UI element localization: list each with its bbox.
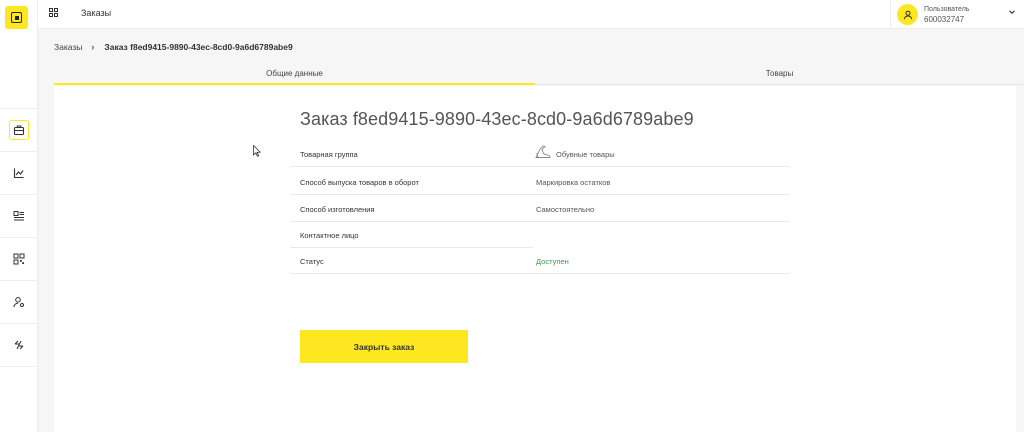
- mouse-cursor-icon: [253, 145, 261, 157]
- page-title: Заказ f8ed9415-9890-43ec-8cd0-9a6d6789ab…: [300, 109, 694, 129]
- close-order-button[interactable]: Закрыть заказ: [300, 330, 468, 363]
- app-logo[interactable]: [5, 6, 28, 29]
- user-id: 600032747: [924, 14, 965, 24]
- sidebar-item-analytics[interactable]: [0, 152, 38, 195]
- field-label: Статус: [300, 257, 324, 266]
- user-icon: [903, 10, 912, 19]
- tab-general-data[interactable]: Общие данные: [54, 63, 535, 85]
- field-label: Контактное лицо: [300, 231, 359, 240]
- tabs: Общие данные Товары: [54, 63, 1024, 85]
- breadcrumb-current: Заказ f8ed9415-9890-43ec-8cd0-9a6d6789ab…: [104, 42, 293, 52]
- sidebar-item-orders[interactable]: [0, 109, 38, 152]
- transfer-icon: [14, 340, 24, 350]
- sidebar-item-exchange[interactable]: [0, 324, 38, 367]
- avatar: [897, 4, 918, 25]
- sidebar-nav: [0, 108, 38, 367]
- logo-icon: [11, 12, 22, 23]
- user-menu[interactable]: Пользователь 600032747: [890, 0, 1024, 29]
- field-value: Маркировка остатков: [536, 178, 611, 187]
- status-badge: Доступен: [536, 257, 569, 266]
- sidebar-item-participants[interactable]: [0, 281, 38, 324]
- sidebar-item-codes[interactable]: [0, 238, 38, 281]
- order-details-card: Заказ f8ed9415-9890-43ec-8cd0-9a6d6789ab…: [54, 86, 1016, 432]
- field-row-product-group: Товарная группа Обувные товары: [290, 141, 790, 167]
- chart-icon: [13, 168, 24, 179]
- field-value: Обувные товары: [556, 150, 615, 159]
- field-row-release-method: Способ выпуска товаров в оборот Маркиров…: [290, 169, 790, 195]
- chevron-down-icon[interactable]: [1008, 8, 1016, 16]
- field-row-production-method: Способ изготовления Самостоятельно: [290, 196, 790, 222]
- shoe-icon: [535, 145, 551, 158]
- field-row-contact-person: Контактное лицо: [290, 222, 533, 248]
- field-row-status: Статус Доступен: [290, 248, 790, 274]
- user-role-label: Пользователь: [924, 5, 970, 13]
- tab-goods[interactable]: Товары: [535, 63, 1024, 85]
- top-bar: Заказы Пользователь 600032747: [38, 0, 1024, 29]
- breadcrumb: Заказы › Заказ f8ed9415-9890-43ec-8cd0-9…: [54, 42, 293, 52]
- field-label: Способ изготовления: [300, 205, 375, 214]
- field-label: Способ выпуска товаров в оборот: [300, 178, 419, 187]
- breadcrumb-orders-link[interactable]: Заказы: [54, 42, 82, 52]
- user-settings-icon: [13, 297, 24, 308]
- sidebar-item-documents[interactable]: [0, 195, 38, 238]
- breadcrumb-separator: ›: [91, 42, 95, 52]
- field-label: Товарная группа: [300, 150, 358, 159]
- apps-grid-icon[interactable]: [49, 8, 58, 17]
- sidebar: [0, 0, 38, 432]
- qr-grid-icon: [13, 253, 25, 265]
- field-value: Самостоятельно: [536, 205, 595, 214]
- list-icon: [13, 211, 24, 221]
- page-section-title: Заказы: [81, 8, 112, 18]
- briefcase-icon: [13, 125, 25, 136]
